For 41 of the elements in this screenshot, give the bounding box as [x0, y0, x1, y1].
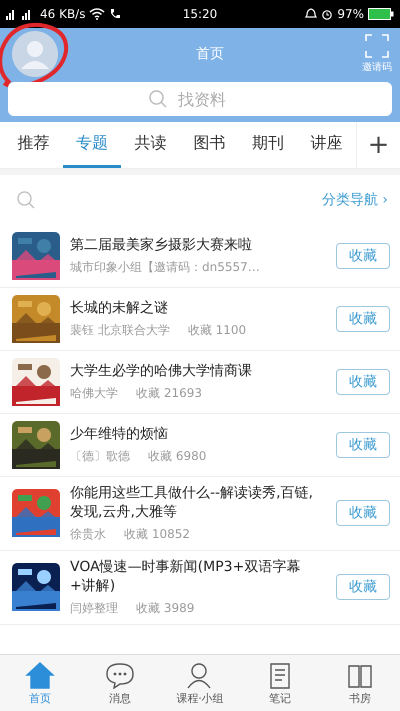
item-title[interactable]: 少年维特的烦恼: [70, 425, 326, 444]
battery-icon: [368, 8, 394, 20]
search-field[interactable]: 找资料: [8, 82, 392, 116]
category-tab[interactable]: 讲座: [297, 122, 356, 168]
page-title: 首页: [196, 45, 224, 63]
clock-time: 15:20: [182, 7, 218, 21]
category-tab[interactable]: 期刊: [238, 122, 298, 168]
alarm-icon: [321, 8, 334, 20]
battery-percent: 97%: [337, 7, 364, 21]
category-tab[interactable]: 共读: [121, 122, 180, 168]
item-author: 徐贵水: [70, 526, 106, 543]
nav-tab[interactable]: 课程·小组: [160, 655, 240, 711]
chat-bubble-icon: [105, 660, 135, 688]
save-count: 收藏 10852: [124, 526, 190, 543]
wifi-icon: [89, 8, 106, 20]
nav-tab[interactable]: 笔记: [240, 655, 320, 711]
item-author: 闫婷整理: [70, 600, 118, 617]
save-count: 收藏 1100: [188, 322, 246, 339]
search-icon: [148, 89, 168, 109]
item-title[interactable]: 大学生必学的哈佛大学情商课: [70, 362, 326, 381]
item-title[interactable]: VOA慢速—时事新闻(MP3+双语字幕+讲解): [70, 558, 326, 596]
item-title[interactable]: 第二届最美家乡摄影大赛来啦: [70, 236, 326, 255]
item-author: 城市印象小组【邀请码：dn5557…: [70, 258, 260, 276]
bell-icon: [305, 8, 318, 20]
avatar-icon[interactable]: [12, 31, 58, 77]
network-speed: 46 KB/s: [40, 7, 86, 21]
item-title[interactable]: 长城的未解之谜: [70, 299, 326, 318]
category-tab[interactable]: 图书: [180, 122, 239, 168]
home-icon: [25, 660, 55, 688]
save-count: 收藏 6980: [148, 448, 206, 465]
save-count: 收藏 21693: [136, 384, 202, 402]
item-author: 〔德〕歌德: [70, 448, 130, 465]
nav-tab[interactable]: 消息: [80, 655, 160, 711]
save-count: 收藏 3989: [136, 600, 194, 617]
phone-icon: [109, 8, 122, 20]
add-tab-button[interactable]: +: [356, 122, 400, 168]
item-author: 裴钰 北京联合大学: [70, 322, 170, 339]
nav-tab[interactable]: 书房: [320, 655, 400, 711]
category-tab[interactable]: 推荐: [4, 122, 63, 168]
item-title[interactable]: 你能用这些工具做什么--解读读秀,百链,发现,云舟,大雅等: [70, 484, 326, 522]
item-author: 哈佛大学: [70, 384, 118, 402]
